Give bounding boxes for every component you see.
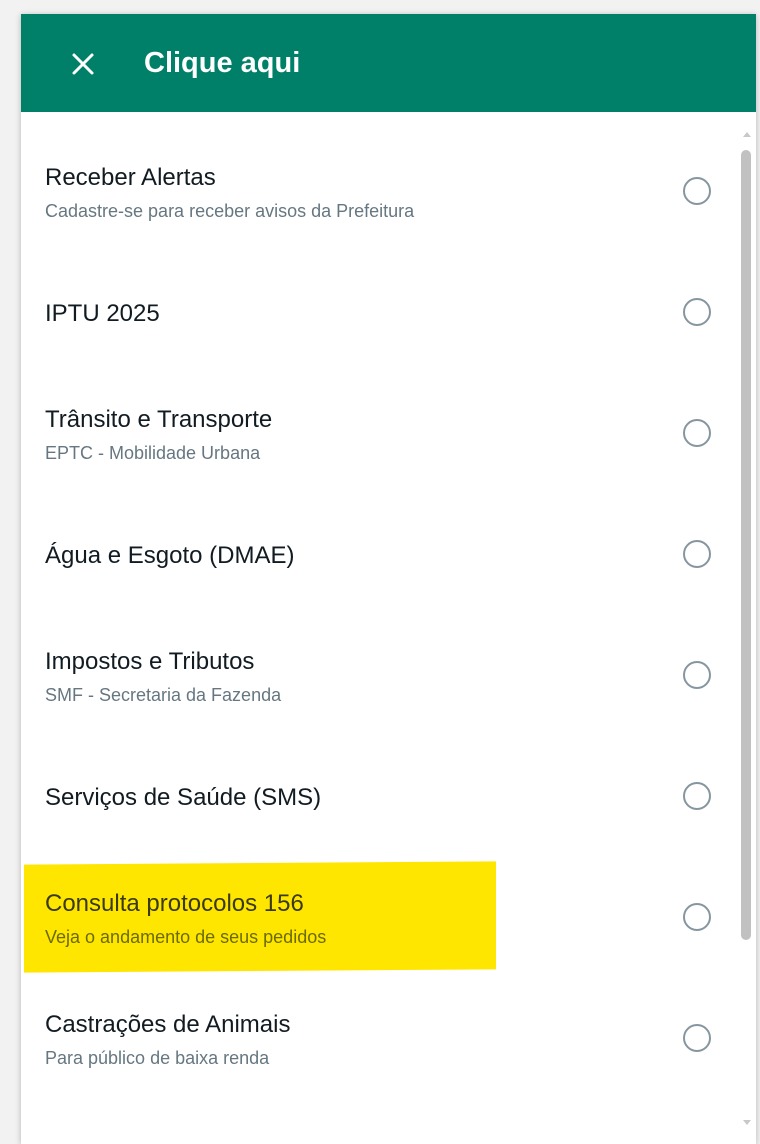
options-dialog: Clique aqui Receber Alertas Cadastre-se … — [21, 14, 756, 1144]
option-text: Receber Alertas Cadastre-se para receber… — [45, 132, 645, 253]
option-text: Consulta protocolos 156 Veja o andamento… — [45, 858, 645, 979]
scrollbar[interactable] — [741, 112, 753, 1144]
dialog-header: Clique aqui — [21, 14, 756, 112]
option-subtitle: EPTC - Mobilidade Urbana — [45, 442, 261, 463]
option-title: Água e Esgoto (DMAE) — [45, 541, 295, 569]
option-subtitle: Cadastre-se para receber avisos da Prefe… — [45, 200, 415, 221]
option-title: Castrações de Animais — [45, 1010, 291, 1038]
option-agua-esgoto[interactable]: Água e Esgoto (DMAE) — [21, 495, 756, 616]
scroll-up-arrow-icon[interactable] — [743, 132, 751, 137]
option-subtitle: Para público de baixa renda — [45, 1047, 270, 1068]
option-text: Trânsito e Transporte EPTC - Mobilidade … — [45, 374, 645, 495]
option-title: Consulta protocolos 156 — [45, 889, 304, 917]
option-text: IPTU 2025 — [45, 253, 645, 374]
options-list: Receber Alertas Cadastre-se para receber… — [21, 112, 756, 1144]
radio-button[interactable] — [683, 782, 711, 810]
option-text: Água e Esgoto (DMAE) — [45, 495, 645, 616]
option-title: Serviços de Saúde (SMS) — [45, 783, 322, 811]
option-castracoes-animais[interactable]: Castrações de Animais Para público de ba… — [21, 979, 756, 1100]
scrollbar-thumb[interactable] — [741, 150, 751, 940]
option-title: Trânsito e Transporte — [45, 405, 273, 433]
close-icon — [72, 53, 94, 75]
option-receber-alertas[interactable]: Receber Alertas Cadastre-se para receber… — [21, 132, 756, 253]
option-title: Impostos e Tributos — [45, 647, 255, 675]
option-impostos-tributos[interactable]: Impostos e Tributos SMF - Secretaria da … — [21, 616, 756, 737]
radio-button[interactable] — [683, 419, 711, 447]
option-subtitle: SMF - Secretaria da Fazenda — [45, 684, 282, 705]
option-consulta-protocolos[interactable]: Consulta protocolos 156 Veja o andamento… — [21, 858, 756, 979]
option-iptu-2025[interactable]: IPTU 2025 — [21, 253, 756, 374]
option-title: Receber Alertas — [45, 163, 216, 191]
radio-button[interactable] — [683, 1024, 711, 1052]
dialog-title: Clique aqui — [144, 47, 301, 79]
option-text: Castrações de Animais Para público de ba… — [45, 979, 645, 1100]
radio-button[interactable] — [683, 540, 711, 568]
option-text: Serviços de Saúde (SMS) — [45, 737, 645, 858]
radio-button[interactable] — [683, 177, 711, 205]
close-button[interactable] — [67, 48, 99, 80]
option-servicos-saude[interactable]: Serviços de Saúde (SMS) — [21, 737, 756, 858]
option-transito-transporte[interactable]: Trânsito e Transporte EPTC - Mobilidade … — [21, 374, 756, 495]
radio-button[interactable] — [683, 903, 711, 931]
radio-button[interactable] — [683, 661, 711, 689]
option-subtitle: Veja o andamento de seus pedidos — [45, 926, 327, 947]
scroll-down-arrow-icon[interactable] — [743, 1120, 751, 1125]
radio-button[interactable] — [683, 298, 711, 326]
option-text: Impostos e Tributos SMF - Secretaria da … — [45, 616, 645, 737]
option-title: IPTU 2025 — [45, 299, 160, 327]
